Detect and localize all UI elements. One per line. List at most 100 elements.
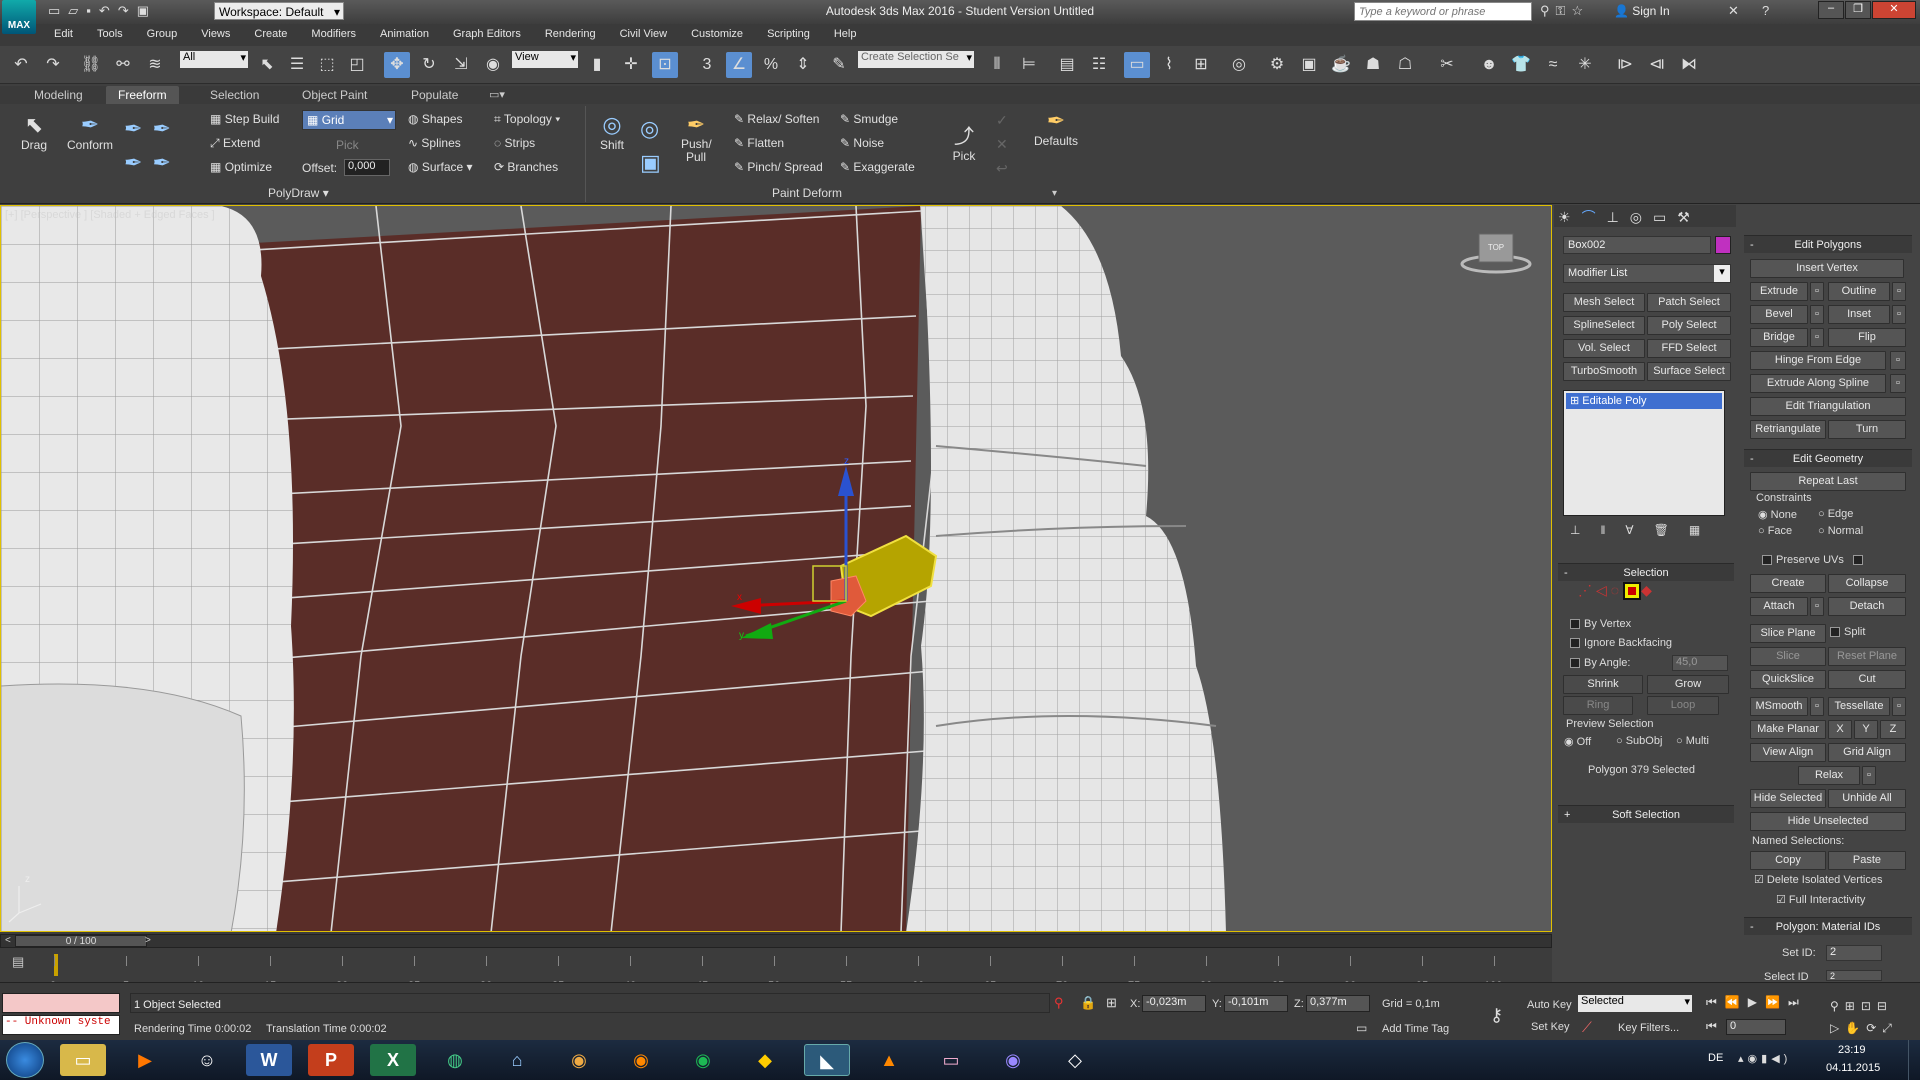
unity-icon[interactable]: ◇ [1052, 1044, 1098, 1076]
new-file-icon[interactable]: ▭ [48, 3, 68, 18]
tab-populate[interactable]: Populate [411, 88, 458, 102]
zoom-extents-all-icon[interactable]: ⊟ [1877, 999, 1893, 1013]
file-explorer-icon[interactable]: ▭ [60, 1044, 106, 1076]
brush-relax-icon[interactable]: ✒ [152, 150, 180, 175]
modify-tab-icon[interactable]: ⌒ [1582, 209, 1607, 225]
goto-end-icon[interactable]: ⏭ [1788, 995, 1807, 1009]
tab-freeform[interactable]: Freeform [106, 86, 179, 104]
maxscript-listener-top[interactable] [2, 993, 120, 1013]
full-interactivity-checkbox[interactable]: ☑ Full Interactivity [1776, 893, 1865, 906]
polygon-level-icon[interactable] [1623, 582, 1642, 601]
turn-button[interactable]: Turn [1828, 420, 1906, 439]
open-file-icon[interactable]: ▱ [68, 3, 86, 18]
drag-button[interactable]: ⬉ Drag [18, 112, 50, 152]
relax-settings-button[interactable]: ▫ [1862, 766, 1876, 785]
offset-input[interactable]: 0,000 [344, 159, 390, 176]
ffd-select-button[interactable]: FFD Select [1647, 339, 1731, 358]
extend-button[interactable]: ⤢ Extend [210, 136, 260, 151]
menu-group[interactable]: Group [135, 25, 190, 43]
menu-customize[interactable]: Customize [679, 25, 755, 43]
globe-icon[interactable]: ◍ [432, 1044, 478, 1076]
hide-unselected-button[interactable]: Hide Unselected [1750, 812, 1906, 831]
keyboard-shortcut-icon[interactable]: ⊡ [652, 52, 678, 78]
menu-edit[interactable]: Edit [42, 25, 85, 43]
edit-polygons-rollout-header[interactable]: Edit Polygons - [1744, 235, 1912, 253]
edit-triangulation-button[interactable]: Edit Triangulation [1750, 397, 1906, 416]
surface-button[interactable]: ◍ Surface ▾ [408, 160, 473, 174]
detach-button[interactable]: Detach [1828, 597, 1906, 616]
branches-button[interactable]: ⟳ Branches [494, 160, 558, 174]
preview-subobj-radio[interactable]: ○ SubObj [1616, 735, 1662, 747]
show-hidden-icons[interactable]: ▴ [1738, 1053, 1748, 1065]
app-icon[interactable]: ☺ [184, 1044, 230, 1076]
absolute-mode-icon[interactable]: ⊞ [1106, 995, 1117, 1011]
select-manipulate-icon[interactable]: ✛ [618, 52, 644, 78]
track-bar[interactable]: 0 5 10 15 20 25 30 35 40 45 50 55 60 65 … [40, 950, 1530, 992]
border-level-icon[interactable]: ◌ [1611, 582, 1623, 598]
reference-coordinate-dropdown[interactable]: View ▾ [512, 51, 578, 68]
viewport-label[interactable]: [+] [Perspective ] [Shaded + Edged Faces… [5, 209, 215, 221]
ribbon-options-icon[interactable]: ▭▾ [489, 88, 505, 101]
close-x-icon[interactable]: ✕ [1728, 3, 1739, 19]
scene-explorer-icon[interactable]: ☷ [1086, 52, 1112, 78]
undo-icon[interactable]: ↶ [8, 52, 34, 78]
spline-select-button[interactable]: SplineSelect [1563, 316, 1645, 335]
object-name-field[interactable]: Box002 [1563, 236, 1711, 254]
relax-soften-button[interactable]: ✎ Relax/ Soften [734, 112, 819, 126]
save-icon[interactable]: ▪ [86, 3, 99, 18]
brush-add-icon[interactable]: ✒ [124, 116, 152, 141]
clock-date[interactable]: 04.11.2015 [1826, 1062, 1880, 1074]
redo-icon[interactable]: ↷ [40, 52, 66, 78]
chrome-tray-icon[interactable]: ◉ [1748, 1053, 1762, 1065]
select-id-spinner[interactable]: 2 [1826, 970, 1882, 981]
preview-off-radio[interactable]: ◉ Off [1564, 735, 1591, 748]
3dsmax-icon[interactable]: ◣ [804, 1044, 850, 1076]
by-vertex-checkbox[interactable]: By Vertex [1570, 618, 1631, 630]
inset-button[interactable]: Inset [1828, 305, 1890, 324]
hide-selected-button[interactable]: Hide Selected [1750, 789, 1826, 808]
material-editor-icon[interactable]: ◎ [1226, 52, 1252, 78]
grid-dropdown[interactable]: ▦ Grid ▾ [302, 110, 396, 130]
make-planar-y-button[interactable]: Y [1854, 720, 1878, 739]
make-planar-button[interactable]: Make Planar [1750, 720, 1826, 739]
firefox-icon[interactable]: ◉ [618, 1044, 664, 1076]
maximize-button[interactable]: ❐ [1845, 1, 1871, 19]
mesh-select-button[interactable]: Mesh Select [1563, 293, 1645, 312]
anim-layer-icon[interactable]: ⧐ [1612, 52, 1638, 78]
key-mode-toggle-icon[interactable]: ⏮ [1706, 1019, 1717, 1034]
start-button-icon[interactable] [6, 1042, 44, 1078]
star-icon[interactable]: ☆ [1571, 3, 1589, 18]
sign-in-button[interactable]: 👤 Sign In [1614, 4, 1670, 18]
layer-manager-icon[interactable]: ▤ [1054, 52, 1080, 78]
topology-button[interactable]: ⌗ Topology ▾ [494, 112, 560, 127]
menu-scripting[interactable]: Scripting [755, 25, 822, 43]
soft-selection-rollout-header[interactable]: Soft Selection + [1558, 805, 1734, 823]
curve-editor-icon[interactable]: ⌇ [1156, 52, 1182, 78]
stack-item-editable-poly[interactable]: ⊞ Editable Poly [1566, 393, 1722, 409]
anim-set-icon[interactable]: ⧑ [1676, 52, 1702, 78]
max-logo-icon[interactable]: MAX [2, 0, 36, 34]
maximize-viewport-icon[interactable]: ⤢ [1882, 1021, 1898, 1035]
exaggerate-button[interactable]: ✎ Exaggerate [840, 160, 915, 174]
cloth-icon[interactable]: 👕 [1508, 52, 1534, 78]
edit-named-selection-icon[interactable]: ✎ [826, 52, 852, 78]
menu-animation[interactable]: Animation [368, 25, 441, 43]
expand-icon[interactable]: ⊞ [1570, 395, 1579, 407]
cut-button[interactable]: Cut [1828, 670, 1906, 689]
show-desktop-button[interactable] [1908, 1040, 1920, 1080]
pan-icon[interactable]: ✋ [1845, 1021, 1866, 1035]
msmooth-settings-button[interactable]: ▫ [1810, 697, 1824, 716]
redo-icon[interactable]: ↷ [118, 3, 137, 18]
smudge-button[interactable]: ✎ Smudge [840, 112, 898, 126]
hierarchy-tab-icon[interactable]: ⊥ [1607, 209, 1630, 225]
current-frame-field[interactable]: 0 [1726, 1019, 1786, 1035]
prev-frame-icon[interactable]: < [5, 935, 11, 946]
remove-modifier-icon[interactable]: 🗑 [1654, 523, 1689, 537]
vlc-icon[interactable]: ▲ [866, 1044, 912, 1076]
quickslice-button[interactable]: QuickSlice [1750, 670, 1826, 689]
paint-deform-group-label[interactable]: Paint Deform [772, 186, 842, 200]
cancel-icon[interactable]: ✕ [996, 132, 1008, 156]
network-icon[interactable]: ▮ [1761, 1053, 1771, 1065]
media-player-icon[interactable]: ▶ [122, 1044, 168, 1076]
next-key-icon[interactable]: ⏩ [1765, 995, 1788, 1009]
